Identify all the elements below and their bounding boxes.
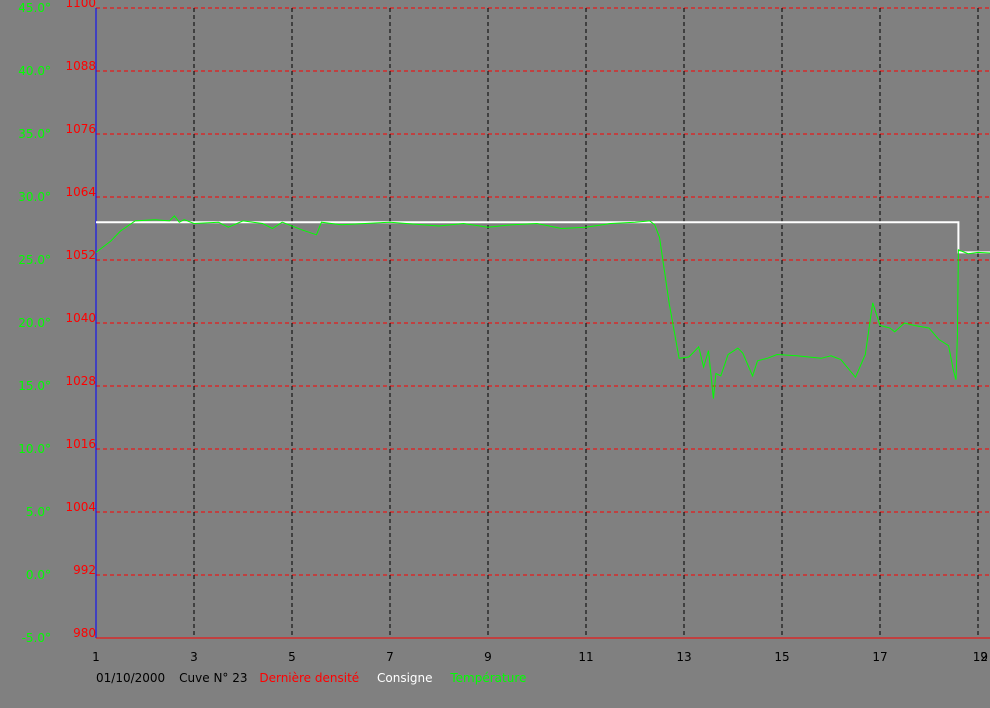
density-tick-label: 1052 bbox=[65, 248, 96, 262]
temperature-tick-label: 35.0° bbox=[18, 127, 51, 141]
temperature-density-chart: -5.0°0.0°5.0°10.0°15.0°20.0°25.0°30.0°35… bbox=[18, 0, 990, 664]
x-tick-label: 5 bbox=[288, 650, 296, 664]
legend-temperature: Température bbox=[450, 671, 527, 685]
legend-tank: Cuve N° 23 bbox=[179, 671, 248, 685]
density-tick-label: 1004 bbox=[65, 500, 96, 514]
density-tick-label: 992 bbox=[73, 563, 96, 577]
density-tick-label: 1076 bbox=[65, 122, 96, 136]
legend-setpoint: Consigne bbox=[377, 671, 433, 685]
tick-labels: -5.0°0.0°5.0°10.0°15.0°20.0°25.0°30.0°35… bbox=[18, 0, 988, 664]
x-tick-label: 2 bbox=[980, 650, 988, 664]
temperature-tick-label: -5.0° bbox=[22, 631, 51, 645]
grid bbox=[96, 7, 990, 639]
legend: 01/10/2000 Cuve N° 23 Dernière densité Co… bbox=[96, 671, 540, 685]
density-tick-label: 980 bbox=[73, 626, 96, 640]
temperature-tick-label: 20.0° bbox=[18, 316, 51, 330]
temperature-tick-label: 30.0° bbox=[18, 190, 51, 204]
temperature-tick-label: 5.0° bbox=[26, 505, 51, 519]
density-tick-label: 1016 bbox=[65, 437, 96, 451]
density-tick-label: 1064 bbox=[65, 185, 96, 199]
temperature-tick-label: 45.0° bbox=[18, 1, 51, 15]
x-tick-label: 15 bbox=[774, 650, 789, 664]
series bbox=[95, 215, 990, 399]
temperature-tick-label: 25.0° bbox=[18, 253, 51, 267]
temperature-tick-label: 10.0° bbox=[18, 442, 51, 456]
x-tick-label: 9 bbox=[484, 650, 492, 664]
x-tick-label: 17 bbox=[872, 650, 887, 664]
density-tick-label: 1028 bbox=[65, 374, 96, 388]
legend-density: Dernière densité bbox=[259, 671, 360, 685]
chart-window: -5.0° 0.0° 5.0° 10.0° 15.0° 20.0° 25.0° 30.0° 35… bbox=[0, 0, 990, 708]
legend-date: 01/10/2000 bbox=[96, 671, 166, 685]
temperature-tick-label: 40.0° bbox=[18, 64, 51, 78]
temperature-series-line bbox=[95, 215, 990, 399]
density-tick-label: 1040 bbox=[65, 311, 96, 325]
x-tick-label: 1 bbox=[92, 650, 100, 664]
density-tick-label: 1088 bbox=[65, 59, 96, 73]
x-tick-label: 13 bbox=[676, 650, 691, 664]
density-tick-label: 1100 bbox=[65, 0, 96, 10]
temperature-tick-label: 0.0° bbox=[26, 568, 51, 582]
temperature-tick-label: 15.0° bbox=[18, 379, 51, 393]
x-tick-label: 11 bbox=[578, 650, 593, 664]
x-tick-label: 3 bbox=[190, 650, 198, 664]
x-tick-label: 7 bbox=[386, 650, 394, 664]
